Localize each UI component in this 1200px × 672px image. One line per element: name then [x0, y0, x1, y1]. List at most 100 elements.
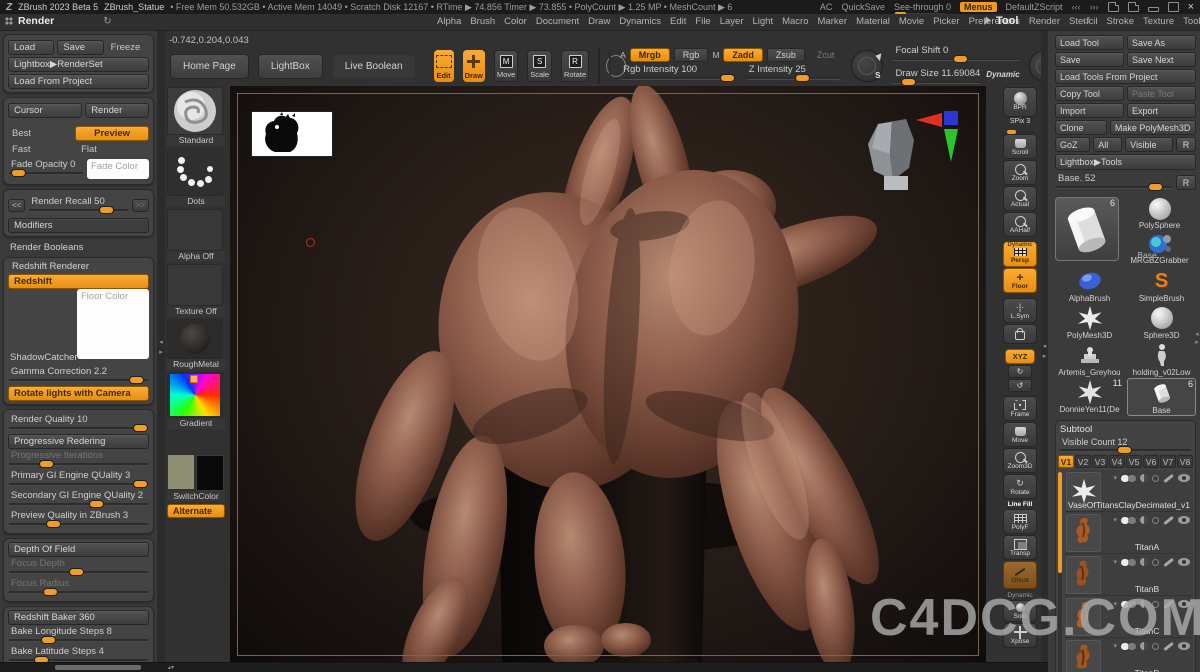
- primary-gi-thumb[interactable]: [134, 481, 147, 487]
- lightbox-tools-button[interactable]: Lightbox▶Tools: [1055, 154, 1196, 170]
- actual-button[interactable]: Actual: [1003, 186, 1037, 211]
- subtool-tab-v8[interactable]: V8: [1177, 455, 1193, 468]
- z-intensity-slider[interactable]: Z Intensity 25: [747, 64, 842, 80]
- roughmetal-icon[interactable]: [167, 319, 223, 359]
- main-color-swatch[interactable]: [168, 455, 194, 489]
- stroke-dial-icon[interactable]: S: [851, 50, 883, 82]
- history-forward-icon[interactable]: ›››: [1090, 2, 1099, 12]
- subtool-scroll-thumb[interactable]: [1058, 472, 1062, 573]
- tool-palette-header[interactable]: Tool ↺: [985, 15, 1195, 27]
- visible-button[interactable]: Visible: [1125, 137, 1173, 152]
- tool-thumb-polysphere[interactable]: PolySphere: [1123, 197, 1196, 230]
- tool-thumb-base[interactable]: 6 Base: [1127, 378, 1196, 416]
- displacement-toggle-icon[interactable]: [1152, 517, 1159, 524]
- secondary-color-swatch[interactable]: [196, 455, 224, 491]
- save-as-button[interactable]: Save As: [1127, 35, 1196, 50]
- z-intensity-thumb[interactable]: [796, 75, 809, 81]
- alpha-off-icon[interactable]: [167, 209, 223, 251]
- paste-tool-button[interactable]: Paste Tool: [1127, 86, 1196, 101]
- zoom-button[interactable]: Zoom: [1003, 160, 1037, 185]
- subtool-tab-v4[interactable]: V4: [1109, 455, 1125, 468]
- current-brush-item[interactable]: Standard: [167, 87, 225, 146]
- rotate-lights-button[interactable]: Rotate lights with Camera: [8, 386, 149, 401]
- uv-toggle-icon[interactable]: [1140, 516, 1148, 524]
- gamma-correction-slider[interactable]: Gamma Correction 2.2: [9, 366, 148, 382]
- zoom3d-button[interactable]: Zoom3D: [1003, 448, 1037, 473]
- minimize-icon[interactable]: [1148, 7, 1159, 12]
- sculpt-brush-icon[interactable]: [1163, 474, 1173, 483]
- focus-depth-slider[interactable]: Focus Depth: [9, 558, 148, 574]
- menu-dynamics[interactable]: Dynamics: [619, 16, 661, 27]
- rotate-mode-button[interactable]: R Rotate: [561, 50, 589, 82]
- goz-button[interactable]: GoZ: [1055, 137, 1090, 152]
- floor-button[interactable]: ✛Floor: [1003, 268, 1037, 293]
- menu-material[interactable]: Material: [856, 16, 890, 27]
- current-alpha-item[interactable]: Alpha Off: [167, 209, 225, 262]
- color-picker-item[interactable]: Gradient: [167, 372, 225, 429]
- transp-button[interactable]: Transp: [1003, 535, 1037, 560]
- palette-refresh-icon[interactable]: ↻: [103, 16, 111, 27]
- all-button[interactable]: All: [1093, 137, 1122, 152]
- persp-button[interactable]: DynamicPersp: [1003, 242, 1037, 267]
- menu-document[interactable]: Document: [536, 16, 579, 27]
- tool-thumb-simplebrush[interactable]: S SimpleBrush: [1127, 267, 1196, 303]
- y-rotation-button[interactable]: ↻: [1008, 365, 1032, 378]
- progressive-iterations-slider[interactable]: Progressive Iterations: [9, 450, 148, 466]
- move-mode-button[interactable]: M Move: [494, 50, 518, 82]
- focal-shift-slider[interactable]: Focal Shift 0: [893, 45, 1018, 61]
- render-recall-slider[interactable]: Render Recall 50: [29, 196, 127, 212]
- menu-edit[interactable]: Edit: [670, 16, 686, 27]
- menu-marker[interactable]: Marker: [818, 16, 848, 27]
- texture-off-icon[interactable]: [167, 264, 223, 306]
- polypaint-toggle-icon[interactable]: [1121, 475, 1136, 482]
- edit-mode-button[interactable]: Edit: [434, 50, 454, 82]
- z-rotation-button[interactable]: ↺: [1008, 379, 1032, 392]
- save-next-button[interactable]: Save Next: [1127, 52, 1196, 67]
- depth-of-field-button[interactable]: Depth Of Field: [8, 542, 149, 557]
- scale-mode-button[interactable]: S Scale: [527, 50, 552, 82]
- home-page-button[interactable]: Home Page: [170, 54, 249, 79]
- spix-slider[interactable]: SPix 3: [1003, 118, 1037, 133]
- current-texture-item[interactable]: Texture Off: [167, 264, 225, 317]
- rotate3d-button[interactable]: ↻Rotate: [1003, 474, 1037, 499]
- right-tray-divider[interactable]: ◂▸: [1041, 30, 1048, 672]
- tool-thumb-sphere3d[interactable]: Sphere3D: [1127, 304, 1196, 340]
- ghost-button[interactable]: Ghost: [1003, 561, 1037, 589]
- tool-thumb-polymesh3d[interactable]: PolyMesh3D: [1055, 304, 1124, 340]
- tool-thumb-mrgbzgrabber[interactable]: MRGBZGrabber: [1123, 232, 1196, 265]
- xyz-button[interactable]: XYZ: [1005, 349, 1035, 364]
- menu-file[interactable]: File: [695, 16, 710, 27]
- visible-count-slider[interactable]: Visible Count 12: [1060, 437, 1191, 452]
- redshift-renderer-header[interactable]: Redshift Renderer: [12, 261, 145, 272]
- default-zscript-button[interactable]: DefaultZScript: [1006, 2, 1063, 12]
- bpr-button[interactable]: BPR: [1003, 87, 1037, 117]
- displacement-toggle-icon[interactable]: [1152, 559, 1159, 566]
- dynamic-mode-label[interactable]: Dynamic: [986, 70, 1019, 79]
- menu-macro[interactable]: Macro: [782, 16, 808, 27]
- subtool-row-titana[interactable]: ▾ TitanA: [1065, 512, 1193, 554]
- gradient-marker-icon[interactable]: [190, 375, 198, 383]
- subtool-title[interactable]: Subtool: [1060, 424, 1191, 435]
- right-edge-divider[interactable]: ◂▸: [1194, 330, 1200, 346]
- current-stroke-item[interactable]: Dots: [167, 148, 225, 207]
- menus-button[interactable]: Menus: [960, 2, 997, 12]
- render-booleans-header[interactable]: Render Booleans: [10, 242, 147, 253]
- current-tool-thumbnail[interactable]: 6 Base: [1055, 197, 1119, 261]
- subtool-tab-v7[interactable]: V7: [1160, 455, 1176, 468]
- sculpt-brush-icon[interactable]: [1163, 558, 1173, 567]
- subtool-tab-v6[interactable]: V6: [1143, 455, 1159, 468]
- lsym-button[interactable]: ·|·L.Sym: [1003, 298, 1037, 323]
- subtool-tab-v2[interactable]: V2: [1075, 455, 1091, 468]
- polypaint-toggle-icon[interactable]: [1121, 559, 1136, 566]
- export-button[interactable]: Export: [1127, 103, 1196, 118]
- displacement-toggle-icon[interactable]: [1152, 475, 1159, 482]
- menu-light[interactable]: Light: [752, 16, 773, 27]
- visibility-eye-icon[interactable]: [1178, 558, 1190, 566]
- transform-lock-button[interactable]: [1003, 324, 1037, 344]
- tool-thumb-artemis[interactable]: Artemis_Greyhou: [1055, 341, 1124, 377]
- mrgb-button[interactable]: Mrgb: [630, 48, 670, 62]
- alternate-button[interactable]: Alternate: [167, 504, 225, 518]
- preview-quality-thumb[interactable]: [47, 521, 60, 527]
- copy-tool-button[interactable]: Copy Tool: [1055, 86, 1124, 101]
- load-from-project-button[interactable]: Load From Project: [8, 74, 149, 89]
